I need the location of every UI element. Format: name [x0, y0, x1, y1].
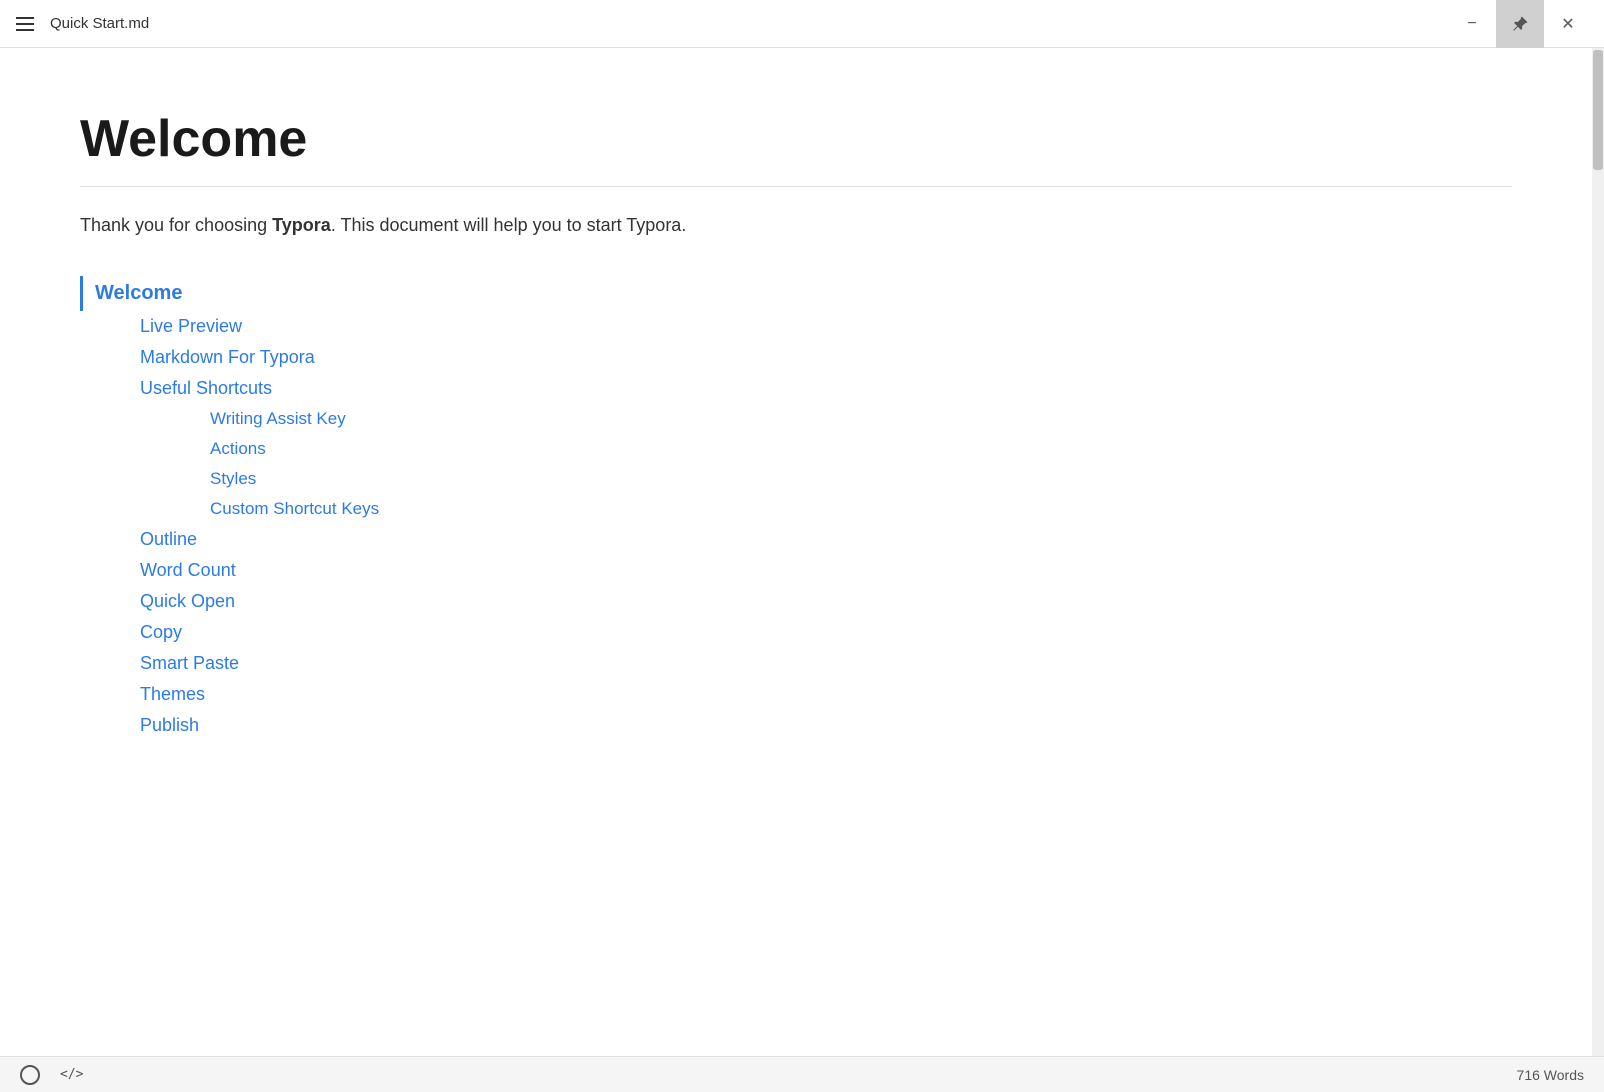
scrollbar-track[interactable] — [1592, 48, 1604, 1056]
title-bar-controls: − ✕ — [1448, 0, 1592, 48]
toc-item-smart-paste[interactable]: Smart Paste — [80, 648, 1512, 679]
toc-item-copy[interactable]: Copy — [80, 617, 1512, 648]
intro-text-before: Thank you for choosing — [80, 215, 272, 235]
brand-name: Typora — [272, 215, 331, 235]
focus-mode-icon[interactable] — [20, 1065, 40, 1085]
toc-item-word-count[interactable]: Word Count — [80, 555, 1512, 586]
minimize-button[interactable]: − — [1448, 0, 1496, 48]
toc-item-publish[interactable]: Publish — [80, 710, 1512, 741]
hamburger-menu-icon[interactable] — [12, 13, 38, 35]
toc-item-markdown[interactable]: Markdown For Typora — [80, 342, 1512, 373]
toc-item-writing-assist[interactable]: Writing Assist Key — [80, 404, 1512, 434]
toc-item-quick-open[interactable]: Quick Open — [80, 586, 1512, 617]
table-of-contents: Welcome Live Preview Markdown For Typora… — [80, 276, 1512, 741]
status-bar-left: </> — [20, 1065, 83, 1085]
word-count-display: 716 Words — [1517, 1067, 1584, 1083]
title-bar-left: Quick Start.md — [12, 13, 149, 35]
toc-item-welcome[interactable]: Welcome — [80, 276, 1512, 311]
toc-item-styles[interactable]: Styles — [80, 464, 1512, 494]
title-bar: Quick Start.md − ✕ — [0, 0, 1604, 48]
toc-item-themes[interactable]: Themes — [80, 679, 1512, 710]
intro-text-after: . This document will help you to start T… — [331, 215, 687, 235]
main-area: Welcome Thank you for choosing Typora. T… — [0, 48, 1604, 1056]
status-bar: </> 716 Words — [0, 1056, 1604, 1092]
pin-button[interactable] — [1496, 0, 1544, 48]
source-code-icon[interactable]: </> — [60, 1067, 83, 1082]
toc-item-actions[interactable]: Actions — [80, 434, 1512, 464]
pin-icon — [1512, 16, 1528, 32]
toc-item-useful-shortcuts[interactable]: Useful Shortcuts — [80, 373, 1512, 404]
toc-item-live-preview[interactable]: Live Preview — [80, 311, 1512, 342]
close-button[interactable]: ✕ — [1544, 0, 1592, 48]
document-title: Welcome — [80, 108, 1512, 187]
toc-item-custom-shortcuts[interactable]: Custom Shortcut Keys — [80, 494, 1512, 524]
document-content: Welcome Thank you for choosing Typora. T… — [0, 48, 1592, 1056]
toc-item-outline[interactable]: Outline — [80, 524, 1512, 555]
document-intro: Thank you for choosing Typora. This docu… — [80, 211, 1512, 240]
scrollbar-thumb[interactable] — [1593, 50, 1603, 170]
window-title: Quick Start.md — [50, 15, 149, 32]
